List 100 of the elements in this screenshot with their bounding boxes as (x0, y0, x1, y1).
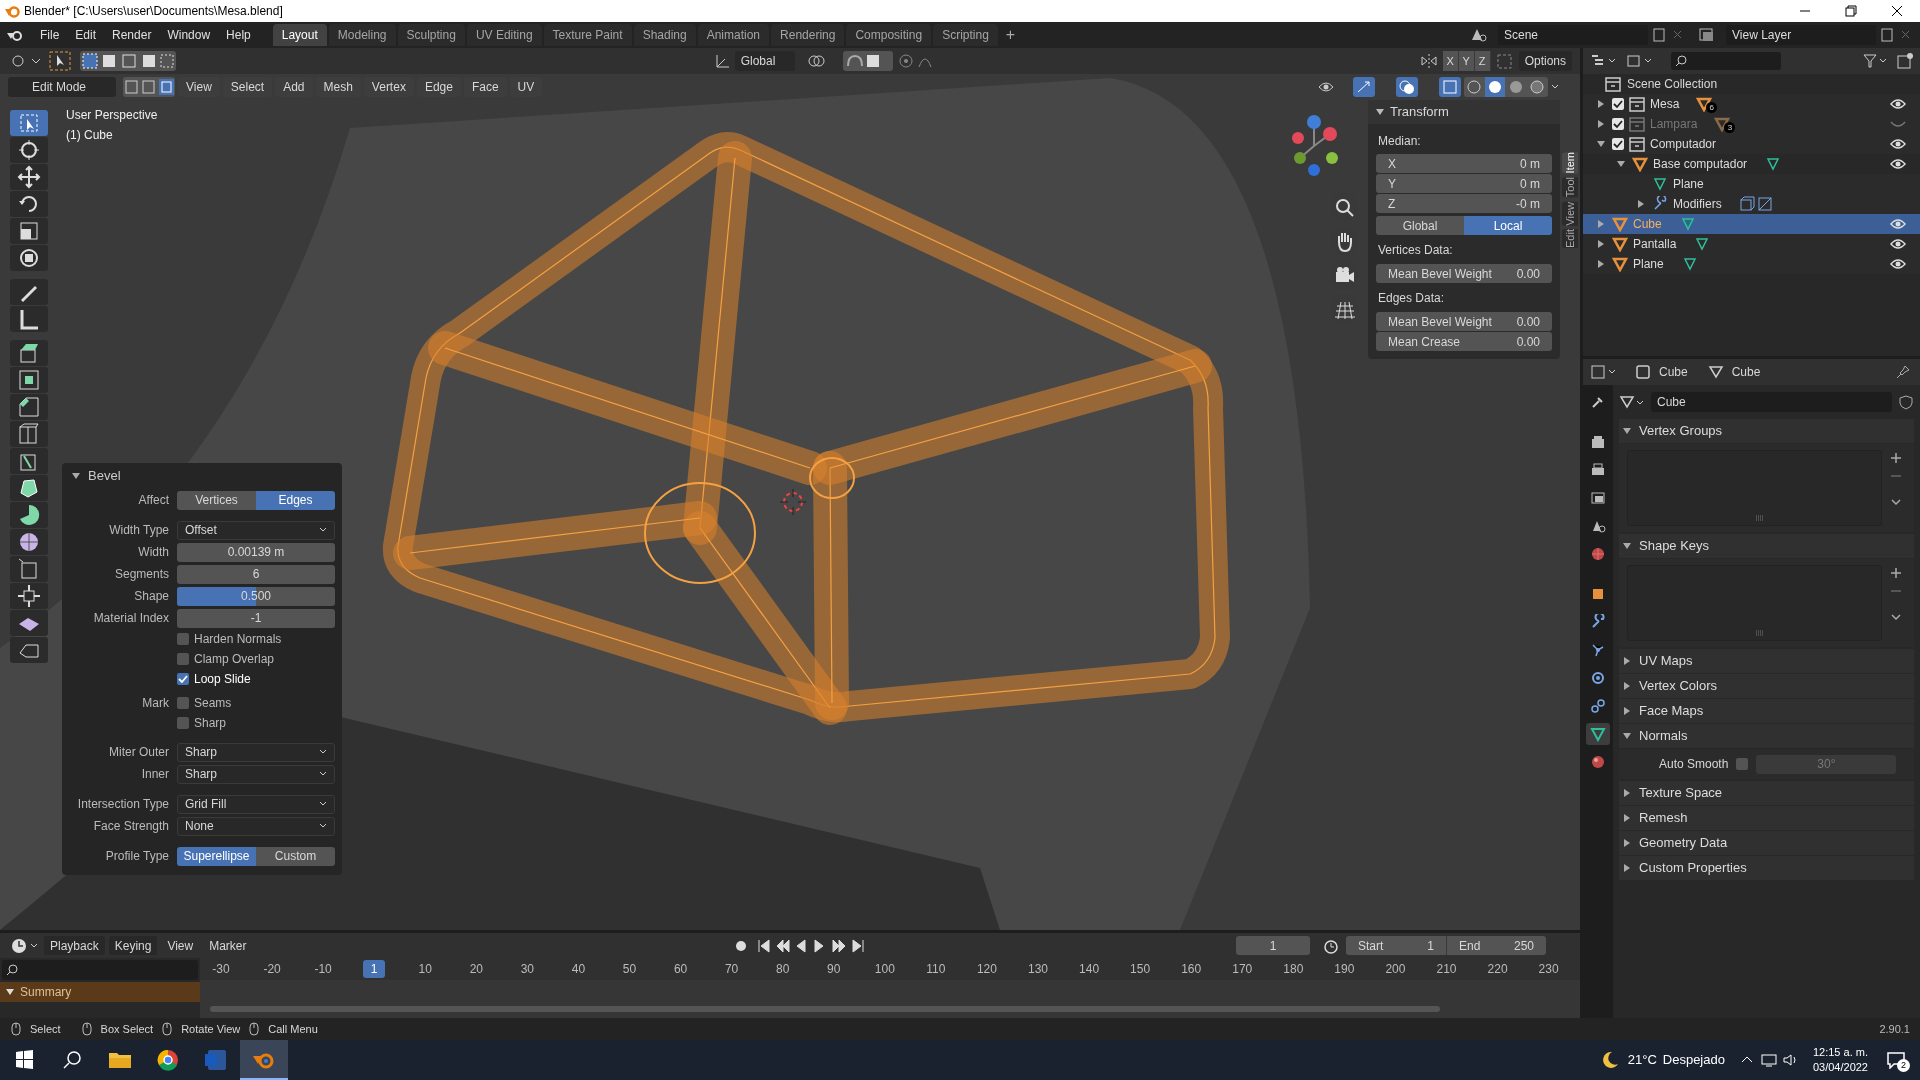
disclosure-arrow-icon[interactable] (1623, 839, 1631, 847)
checkbox[interactable] (177, 653, 189, 665)
workspace-tab[interactable]: Shading (633, 24, 696, 46)
checkbox[interactable] (1736, 758, 1749, 770)
render-icon[interactable] (1590, 434, 1606, 450)
workspace-tab[interactable]: Animation (697, 24, 770, 46)
workspace-tab[interactable]: Layout (272, 24, 327, 46)
coordinate-field[interactable]: X 0 m (1376, 154, 1552, 173)
checkbox[interactable] (177, 717, 189, 729)
number-field[interactable]: 6 (177, 564, 335, 584)
item-name[interactable]: Modifiers (1673, 195, 1722, 213)
menu-item[interactable]: File (32, 26, 68, 44)
eye-icon[interactable] (1890, 138, 1906, 150)
panel-header[interactable]: Shape Keys (1619, 534, 1914, 558)
checkbox[interactable] (177, 673, 189, 685)
scrollbar[interactable] (210, 1006, 1440, 1012)
add-icon[interactable] (1888, 450, 1904, 466)
disclosure-arrow-icon[interactable] (1623, 657, 1631, 665)
menu-item[interactable]: Help (218, 26, 259, 44)
editor-type-icon[interactable] (10, 936, 40, 955)
item-name[interactable]: Computador (1650, 135, 1717, 153)
menu-button[interactable]: View (161, 936, 200, 955)
disclosure-arrow-icon[interactable] (1623, 427, 1631, 435)
zoom-icon[interactable] (1333, 196, 1355, 218)
outliner-row[interactable]: Cube (1583, 214, 1920, 234)
disclosure-arrow-icon[interactable] (1623, 789, 1631, 797)
sidebar-tab[interactable]: View (1562, 201, 1578, 226)
sidebar-tab[interactable]: Item (1562, 152, 1578, 174)
item-name[interactable]: Cube (1633, 215, 1662, 233)
number-field[interactable]: Mean Bevel Weight 0.00 (1376, 312, 1552, 331)
item-name[interactable]: Pantalla (1633, 235, 1677, 253)
slider[interactable]: 0.500 (177, 586, 335, 606)
mesh-select-mode-icon[interactable] (123, 77, 175, 97)
add-workspace-button[interactable]: + (999, 23, 1022, 47)
clock-time[interactable]: 12:15 a. m. (1812, 1045, 1868, 1060)
panel-header[interactable]: Texture Space (1619, 781, 1914, 805)
move-icon[interactable] (16, 164, 42, 190)
workspace-tab[interactable]: UV Editing (466, 24, 542, 46)
disclosure-arrow-icon[interactable] (1597, 120, 1605, 128)
dropdown[interactable]: None (177, 816, 335, 836)
outliner-row[interactable]: Base computador (1583, 154, 1920, 174)
orientation-dropdown[interactable]: Global (734, 51, 795, 71)
disclosure-arrow-icon[interactable] (1623, 814, 1631, 822)
printer-icon[interactable] (1590, 462, 1606, 478)
toggle-option[interactable]: Vertices (177, 490, 256, 510)
panel-header[interactable]: Geometry Data (1619, 831, 1914, 855)
panel-header[interactable]: Custom Properties (1619, 856, 1914, 880)
end-frame-field[interactable]: End 250 (1446, 936, 1546, 955)
mesh-data-icon[interactable] (1619, 394, 1645, 410)
mesh-data-icon[interactable] (1590, 726, 1606, 742)
clock-date[interactable]: 03/04/2022 (1812, 1060, 1868, 1075)
shading-modes-icon[interactable] (1464, 77, 1560, 97)
workspace-tab[interactable]: Compositing (846, 24, 932, 46)
image-icon[interactable] (1590, 490, 1606, 506)
disclosure-arrow-icon[interactable] (1637, 200, 1645, 208)
dropdown[interactable]: Grid Fill (177, 794, 335, 814)
eye-icon[interactable] (1890, 258, 1906, 270)
eye-icon[interactable] (1890, 218, 1906, 230)
disclosure-arrow-icon[interactable] (1597, 140, 1605, 148)
new-collection-icon[interactable] (1896, 52, 1914, 70)
xray-icon[interactable] (1439, 77, 1461, 97)
disclosure-arrow-icon[interactable] (1597, 220, 1605, 228)
search-field[interactable] (1671, 52, 1781, 70)
disclosure-arrow-icon[interactable] (1617, 160, 1625, 168)
collection-name[interactable]: Scene Collection (1627, 75, 1718, 93)
menu-item[interactable]: Window (159, 26, 219, 44)
loop-cut-icon[interactable] (16, 421, 42, 447)
disclosure-arrow-icon[interactable] (1623, 542, 1631, 550)
blender-app-icon[interactable] (240, 1040, 288, 1080)
object-icon[interactable] (1590, 586, 1606, 602)
workspace-tab[interactable]: Rendering (771, 24, 845, 46)
sidebar-tab[interactable]: Edit (1562, 229, 1578, 249)
resize-grip-icon[interactable] (1754, 515, 1765, 521)
checkbox[interactable] (177, 633, 189, 645)
menu-button[interactable]: Marker (203, 936, 253, 955)
summary-channel[interactable]: Summary (0, 982, 200, 1002)
toggle-option[interactable]: Superellipse (177, 846, 256, 866)
sidebar-tab[interactable]: Tool (1562, 177, 1578, 198)
workspace-tab[interactable]: Sculpting (397, 24, 465, 46)
panel-header[interactable]: UV Maps (1619, 649, 1914, 673)
eye-icon[interactable] (1890, 158, 1906, 170)
search-field[interactable] (2, 960, 198, 980)
panel-header[interactable]: Normals (1619, 724, 1914, 748)
axis-toggle[interactable]: X (1442, 51, 1459, 71)
shrink-fatten-icon[interactable] (16, 583, 42, 609)
collapse-arrow-icon[interactable] (72, 472, 80, 480)
particles-icon[interactable] (1590, 642, 1606, 658)
constraint-icon[interactable] (1590, 698, 1606, 714)
mode-dropdown[interactable]: Edit Mode (8, 77, 116, 97)
collapse-arrow-icon[interactable] (6, 988, 14, 996)
item-name[interactable]: Base computador (1653, 155, 1748, 173)
inset-icon[interactable] (16, 367, 42, 393)
panel-header[interactable]: Face Maps (1619, 699, 1914, 723)
add-icon[interactable] (1888, 565, 1904, 581)
snap-icon[interactable] (842, 51, 893, 71)
disclosure-arrow-icon[interactable] (1623, 707, 1631, 715)
notification-icon[interactable] (1886, 1051, 1906, 1069)
workspace-tab[interactable]: Texture Paint (543, 24, 632, 46)
physics-icon[interactable] (1590, 670, 1606, 686)
space-toggle[interactable]: Local (1464, 216, 1552, 235)
